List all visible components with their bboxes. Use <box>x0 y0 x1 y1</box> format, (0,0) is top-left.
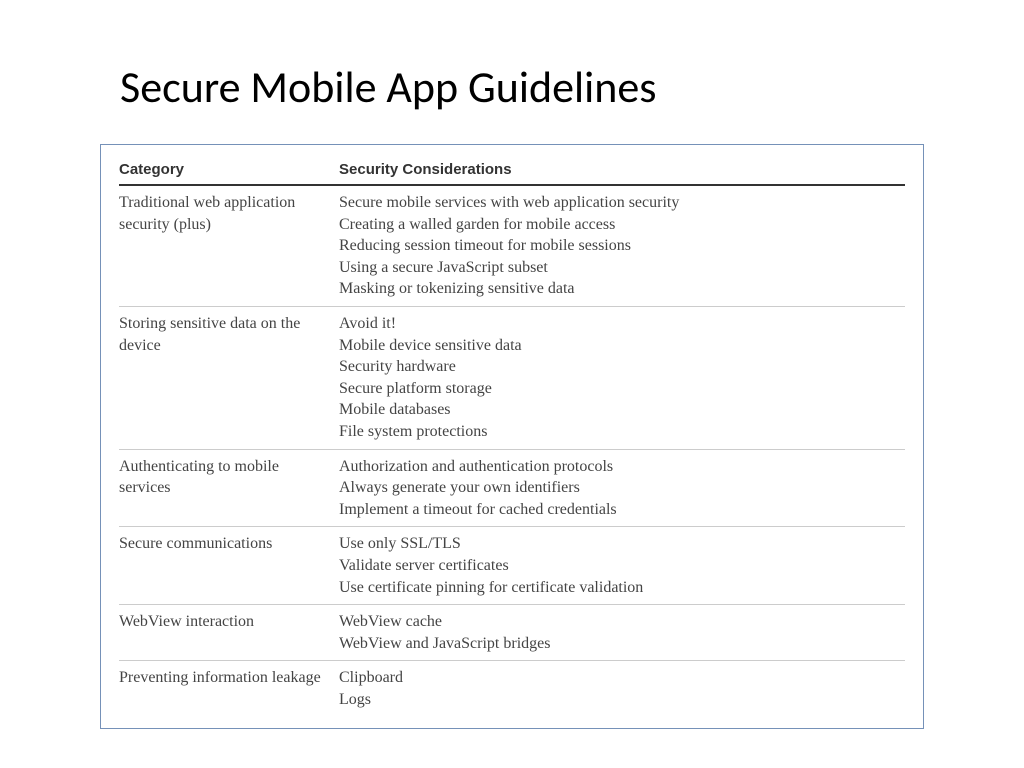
table-row: Preventing information leakageClipboardL… <box>119 661 905 717</box>
consideration-item: Secure platform storage <box>339 378 897 400</box>
consideration-item: Validate server certificates <box>339 555 897 577</box>
considerations-cell: Secure mobile services with web applicat… <box>339 185 905 306</box>
consideration-item: Creating a walled garden for mobile acce… <box>339 214 897 236</box>
consideration-item: Use certificate pinning for certificate … <box>339 577 897 599</box>
consideration-item: File system protections <box>339 421 897 443</box>
guidelines-table: Category Security Considerations Traditi… <box>119 157 905 716</box>
consideration-item: Using a secure JavaScript subset <box>339 257 897 279</box>
table-row: Traditional web application security (pl… <box>119 185 905 306</box>
category-cell: Storing sensitive data on the device <box>119 306 339 449</box>
consideration-item: Mobile device sensitive data <box>339 335 897 357</box>
guidelines-table-container: Category Security Considerations Traditi… <box>100 144 924 729</box>
page-title: Secure Mobile App Guidelines <box>120 60 924 114</box>
considerations-cell: Authorization and authentication protoco… <box>339 449 905 527</box>
table-row: Secure communicationsUse only SSL/TLSVal… <box>119 527 905 605</box>
consideration-item: WebView cache <box>339 611 897 633</box>
category-cell: WebView interaction <box>119 605 339 661</box>
consideration-item: WebView and JavaScript bridges <box>339 633 897 655</box>
consideration-item: Masking or tokenizing sensitive data <box>339 278 897 300</box>
consideration-item: Logs <box>339 689 897 711</box>
consideration-item: Security hardware <box>339 356 897 378</box>
category-cell: Preventing information leakage <box>119 661 339 717</box>
category-cell: Authenticating to mobile services <box>119 449 339 527</box>
table-row: Authenticating to mobile servicesAuthori… <box>119 449 905 527</box>
consideration-item: Authorization and authentication protoco… <box>339 456 897 478</box>
considerations-cell: Use only SSL/TLSValidate server certific… <box>339 527 905 605</box>
table-body: Traditional web application security (pl… <box>119 185 905 716</box>
considerations-cell: Avoid it!Mobile device sensitive dataSec… <box>339 306 905 449</box>
consideration-item: Use only SSL/TLS <box>339 533 897 555</box>
considerations-cell: ClipboardLogs <box>339 661 905 717</box>
header-category: Category <box>119 157 339 185</box>
considerations-cell: WebView cacheWebView and JavaScript brid… <box>339 605 905 661</box>
consideration-item: Implement a timeout for cached credentia… <box>339 499 897 521</box>
consideration-item: Secure mobile services with web applicat… <box>339 192 897 214</box>
table-row: WebView interactionWebView cacheWebView … <box>119 605 905 661</box>
consideration-item: Avoid it! <box>339 313 897 335</box>
consideration-item: Always generate your own identifiers <box>339 477 897 499</box>
consideration-item: Clipboard <box>339 667 897 689</box>
header-considerations: Security Considerations <box>339 157 905 185</box>
category-cell: Traditional web application security (pl… <box>119 185 339 306</box>
consideration-item: Reducing session timeout for mobile sess… <box>339 235 897 257</box>
table-row: Storing sensitive data on the deviceAvoi… <box>119 306 905 449</box>
consideration-item: Mobile databases <box>339 399 897 421</box>
category-cell: Secure communications <box>119 527 339 605</box>
